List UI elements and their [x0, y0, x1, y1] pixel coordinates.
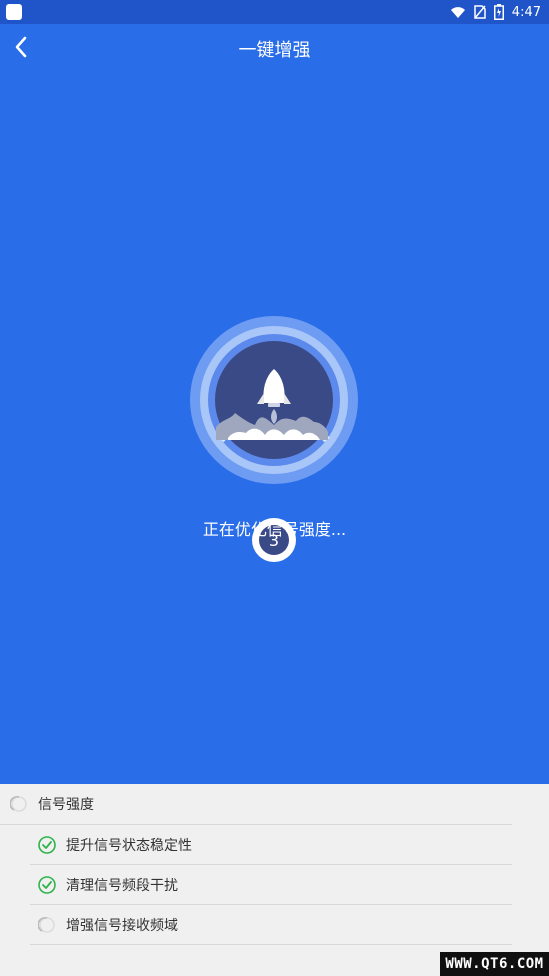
- status-right-group: 4:47: [450, 0, 541, 24]
- list-item-label: 信号强度: [38, 797, 94, 813]
- list-item-label: 提升信号状态稳定性: [66, 838, 192, 854]
- battery-charging-icon: [493, 4, 504, 20]
- app-notification-icon: [6, 4, 22, 20]
- status-bar: 4:47: [0, 0, 549, 24]
- list-item-reception: 增强信号接收频域: [30, 905, 520, 945]
- main-area: 3 正在优化信号强度...: [0, 70, 549, 784]
- loading-spinner-icon: [10, 795, 27, 812]
- check-circle-icon: [38, 836, 56, 854]
- task-list-panel: 信号强度 提升信号状态稳定性 清理信号频段干扰 增强信号接收频域: [0, 784, 549, 976]
- check-circle-icon: [38, 876, 56, 894]
- list-item-label: 清理信号频段干扰: [66, 878, 178, 894]
- divider: [30, 944, 512, 945]
- status-time: 4:47: [511, 4, 541, 20]
- header-bar: 一键增强: [0, 24, 549, 70]
- optimizing-status-text: 正在优化信号强度...: [202, 520, 347, 539]
- boost-progress-ring: [188, 314, 360, 486]
- no-sim-icon: [474, 5, 486, 19]
- wifi-icon: [450, 7, 465, 18]
- list-item-stability: 提升信号状态稳定性: [30, 825, 520, 865]
- list-item-interference: 清理信号频段干扰: [30, 865, 520, 905]
- site-watermark: WWW.QT6.COM: [440, 952, 549, 976]
- list-item-label: 增强信号接收频域: [66, 918, 178, 934]
- loading-spinner-icon: [38, 916, 55, 933]
- page-title: 一键增强: [238, 40, 311, 61]
- list-item-signal-strength: 信号强度: [0, 784, 522, 824]
